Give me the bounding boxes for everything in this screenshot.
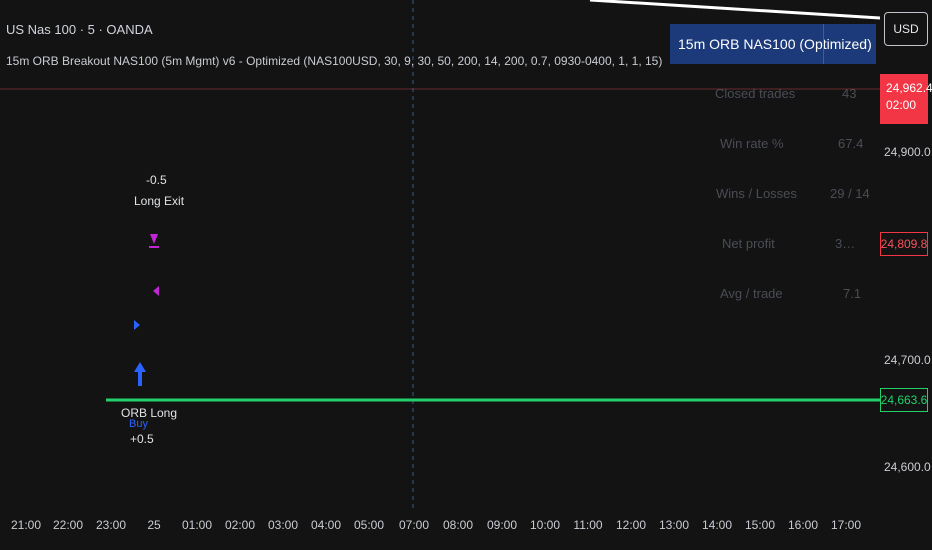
time-tick: 25 <box>147 518 161 532</box>
exit-label: Long Exit <box>134 194 185 208</box>
stat-value-wins-losses: 29 / 14 <box>830 186 870 201</box>
time-tick: 12:00 <box>615 518 647 532</box>
time-tick: 05:00 <box>353 518 385 532</box>
price-tick: 24,700.0 <box>884 353 931 367</box>
stat-label-win-rate: Win rate % <box>720 136 784 151</box>
stat-value-closed-trades: 43 <box>842 86 857 101</box>
price-tick: 24,600.0 <box>884 460 931 474</box>
time-tick: 08:00 <box>442 518 474 532</box>
buy-arrow-stem <box>138 372 142 386</box>
stat-label-avg-trade: Avg / trade <box>720 286 783 301</box>
time-tick: 21:00 <box>10 518 42 532</box>
stat-label-closed-trades: Closed trades <box>715 86 796 101</box>
time-tick: 17:00 <box>830 518 862 532</box>
study-title[interactable]: 15m ORB Breakout NAS100 (5m Mgmt) v6 - O… <box>6 54 662 68</box>
time-tick: 13:00 <box>658 518 690 532</box>
time-tick: 14:00 <box>701 518 733 532</box>
ask-price-value: 24,962.4 <box>886 81 932 95</box>
symbol-title[interactable]: US Nas 100 · 5 · OANDA <box>6 22 153 37</box>
stat-value-avg-trade: 7.1 <box>843 286 862 301</box>
time-tick: 22:00 <box>52 518 84 532</box>
ask-price-badge: 24,962.4 02:00 <box>880 74 932 124</box>
stats-table-title: 15m ORB NAS100 (Optimized) <box>678 36 872 52</box>
buy-arrow-icon <box>134 362 146 372</box>
price-tick: 24,900.0 <box>884 145 931 159</box>
bar-countdown-timer: 02:00 <box>886 98 917 112</box>
chart-area[interactable]: US Nas 100 · 5 · OANDA 15m ORB Breakout … <box>0 0 880 510</box>
time-tick: 11:00 <box>573 518 603 532</box>
currency-button[interactable]: USD <box>884 12 928 46</box>
stats-table-header: 15m ORB NAS100 (Optimized) <box>670 24 876 64</box>
time-tick: 15:00 <box>744 518 776 532</box>
time-tick: 23:00 <box>95 518 127 532</box>
stat-label-wins-losses: Wins / Losses <box>716 186 797 201</box>
stat-value-win-rate: 67.4 <box>838 136 864 151</box>
trend-line <box>589 0 880 20</box>
exit-marker-icon <box>150 234 158 244</box>
last-price-badge: 24,809.8 <box>880 232 928 256</box>
time-tick: 16:00 <box>787 518 819 532</box>
entry-value-label: +0.5 <box>130 432 154 446</box>
time-tick: 07:00 <box>398 518 430 532</box>
exit-arrow-icon <box>153 286 159 296</box>
time-tick: 02:00 <box>224 518 256 532</box>
buy-label: Buy <box>129 418 148 430</box>
exit-value-label: -0.5 <box>146 173 167 187</box>
stat-value-net-profit: 3… <box>835 236 856 251</box>
exit-marker-bar <box>149 246 159 248</box>
orb-level-badge: 24,663.6 <box>880 388 928 412</box>
time-tick: 10:00 <box>529 518 561 532</box>
time-tick: 09:00 <box>486 518 518 532</box>
stats-table-divider <box>823 24 824 64</box>
stat-label-net-profit: Net profit <box>722 236 775 251</box>
entry-arrow-icon <box>134 320 140 330</box>
time-tick: 04:00 <box>310 518 342 532</box>
time-tick: 03:00 <box>267 518 299 532</box>
time-tick: 01:00 <box>181 518 213 532</box>
